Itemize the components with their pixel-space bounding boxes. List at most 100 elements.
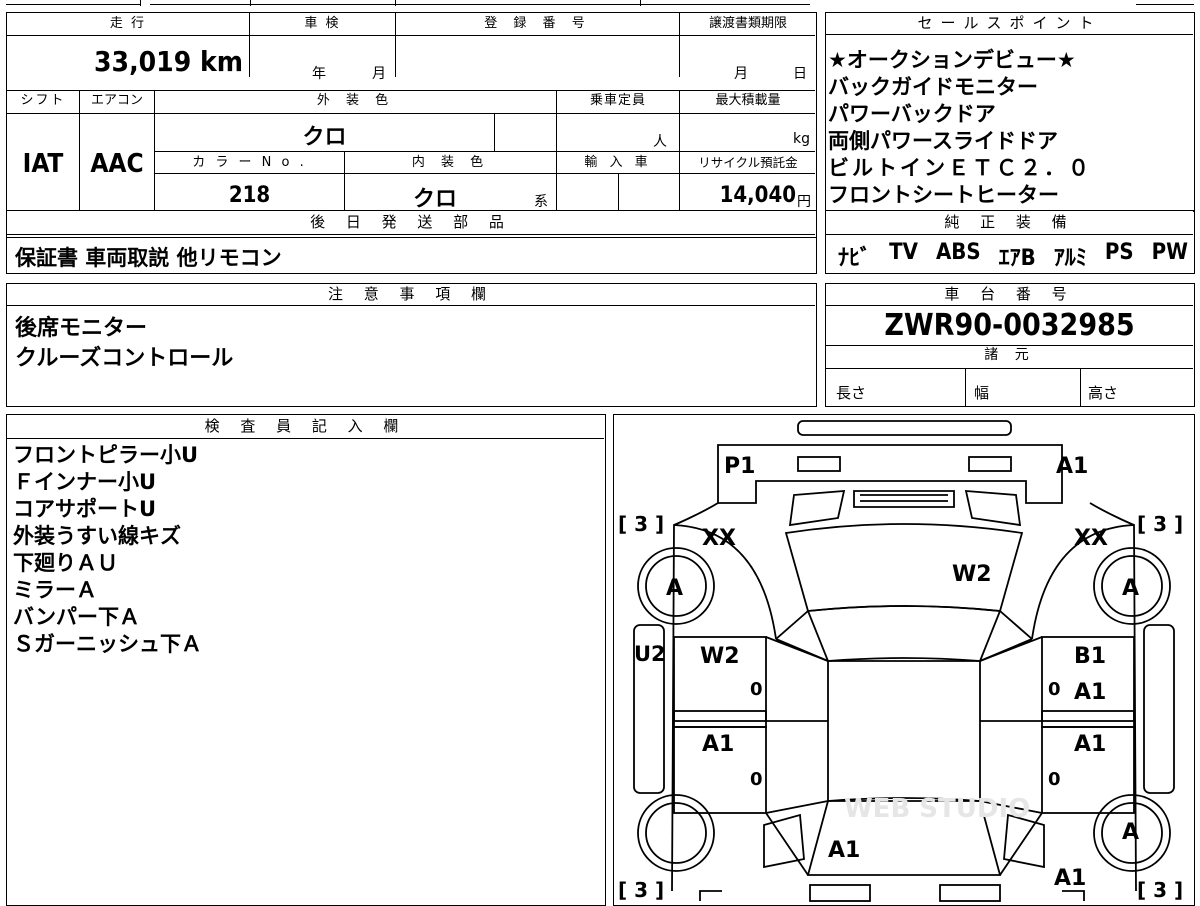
exterior-color-value: クロ xyxy=(302,125,347,150)
inspection-year-unit: 年 xyxy=(312,66,326,82)
notes-box: 注 意 事 項 欄 後席モニター クルーズコントロール xyxy=(6,283,817,407)
later-parts-value: 保証書 車両取説 他リモコン xyxy=(15,246,282,270)
color-no-label: カ ラ ー N o . xyxy=(192,155,307,170)
list-item: バンパー下Ａ xyxy=(13,605,141,629)
code-door-fr2: A1 xyxy=(1074,680,1106,705)
list-item: 下廻りＡＵ xyxy=(13,551,118,575)
equipment-item: TV xyxy=(889,240,918,265)
code-tire-rr: [ 3 ] xyxy=(1137,878,1183,902)
notes-label: 注 意 事 項 欄 xyxy=(7,284,815,306)
car-diagram-box: P1 A1 [ 3 ] [ 3 ] XX XX W2 A A U2 W2 B1 … xyxy=(613,414,1195,906)
recycle-unit: 円 xyxy=(797,194,811,210)
inspector-label: 検 査 員 記 入 欄 xyxy=(7,415,604,439)
equipment-item: PW xyxy=(1151,240,1188,265)
later-parts-label: 後 日 発 送 部 品 xyxy=(7,211,815,235)
list-item: Ｆインナー小U xyxy=(13,470,157,494)
code-zero: 0 xyxy=(1048,769,1061,790)
list-item: ビルトインＥＴＣ２．０ xyxy=(828,156,1092,180)
later-parts-box: 後 日 発 送 部 品 保証書 車両取説 他リモコン xyxy=(6,210,817,274)
aircon-value: AAC xyxy=(90,149,144,179)
code-door-fr: B1 xyxy=(1074,644,1106,669)
code-door-fl: W2 xyxy=(700,644,740,669)
code-front-left: P1 xyxy=(724,454,755,479)
list-item: 両側パワースライドドア xyxy=(828,129,1058,153)
spec-height-label: 高さ xyxy=(1088,384,1119,402)
inspection-label: 車 検 xyxy=(304,16,341,31)
list-item: フロントシートヒーター xyxy=(828,183,1059,207)
code-tire-rl: [ 3 ] xyxy=(618,878,664,902)
list-item: 外装うすい線キズ xyxy=(13,524,181,548)
list-item: ★オークションデビュー★ xyxy=(828,48,1076,72)
sales-points-box: セールスポイント ★オークションデビュー★ バックガイドモニター パワーバックド… xyxy=(825,12,1195,212)
spec-width-label: 幅 xyxy=(974,384,990,402)
vehicle-info-table: 走 行 車 検 登 録 番 号 譲渡書類期限 33,019 km 年 月 月 日… xyxy=(6,12,817,238)
shift-label: シフト xyxy=(20,93,66,108)
notes-list: 後席モニター クルーズコントロール xyxy=(15,314,233,374)
specs-label: 諸 元 xyxy=(984,347,1035,363)
genuine-equipment-box: 純 正 装 備 ﾅﾋﾞ TV ABS ｴｱB ｱﾙﾐ PS PW xyxy=(825,210,1195,274)
list-item: フロントピラー小U xyxy=(13,443,199,467)
code-door-rr: A1 xyxy=(1074,732,1106,757)
car-diagram: P1 A1 [ 3 ] [ 3 ] XX XX W2 A A U2 W2 B1 … xyxy=(618,420,1183,902)
spec-length-label: 長さ xyxy=(836,384,867,402)
code-tire-fl: [ 3 ] xyxy=(618,512,664,536)
inspector-box: 検 査 員 記 入 欄 フロントピラー小U Ｆインナー小U コアサポートU 外装… xyxy=(6,414,606,906)
recycle-label: リサイクル預託金 xyxy=(698,155,798,170)
code-wheel-rr: A xyxy=(1122,820,1139,845)
mileage-value: 33,019 km xyxy=(94,45,243,78)
list-item: コアサポートU xyxy=(13,497,157,521)
deadline-day-unit: 日 xyxy=(793,66,807,82)
inspector-list: フロントピラー小U Ｆインナー小U コアサポートU 外装うすい線キズ 下廻りＡＵ… xyxy=(13,442,202,658)
chassis-label: 車 台 番 号 xyxy=(826,284,1193,306)
code-door-rl: A1 xyxy=(702,732,734,757)
equipment-item: ｱﾙﾐ xyxy=(1053,246,1087,271)
shift-value: IAT xyxy=(22,149,64,179)
equipment-item: ﾅﾋﾞ xyxy=(838,246,872,271)
genuine-equipment-label: 純 正 装 備 xyxy=(826,211,1193,235)
equipment-item: ｴｱB xyxy=(998,246,1036,271)
code-rear: A1 xyxy=(828,838,860,863)
max-load-label: 最大積載量 xyxy=(715,93,781,108)
code-rear-right: A1 xyxy=(1054,866,1086,891)
chassis-box: 車 台 番 号 ZWR90-0032985 諸 元 長さ 幅 高さ xyxy=(825,283,1195,407)
sales-points-list: ★オークションデビュー★ バックガイドモニター パワーバックドア 両側パワースラ… xyxy=(828,47,1092,209)
list-item: ミラーＡ xyxy=(13,578,97,602)
code-fender-fl: XX xyxy=(702,526,736,551)
code-tire-fr: [ 3 ] xyxy=(1137,512,1183,536)
sales-points-label: セールスポイント xyxy=(826,13,1193,35)
capacity-label: 乗車定員 xyxy=(589,93,646,108)
transfer-deadline-label: 譲渡書類期限 xyxy=(708,16,787,31)
recycle-value: 14,040 xyxy=(719,183,796,208)
list-item: バックガイドモニター xyxy=(828,75,1038,99)
code-zero: 0 xyxy=(1048,679,1061,700)
color-no-value: 218 xyxy=(228,183,271,208)
aircon-label: エアコン xyxy=(90,93,143,108)
mileage-label: 走 行 xyxy=(109,16,147,31)
equipment-item: PS xyxy=(1104,240,1134,265)
genuine-equipment-list: ﾅﾋﾞ TV ABS ｴｱB ｱﾙﾐ PS PW xyxy=(838,240,1188,272)
code-zero: 0 xyxy=(750,679,763,700)
code-front-right: A1 xyxy=(1056,454,1088,479)
code-hood: W2 xyxy=(952,562,992,587)
exterior-color-label: 外 装 色 xyxy=(316,93,395,108)
capacity-unit: 人 xyxy=(653,134,667,150)
code-zero: 0 xyxy=(750,769,763,790)
list-item: パワーバックドア xyxy=(828,102,996,126)
chassis-number: ZWR90-0032985 xyxy=(884,308,1135,343)
interior-color-value: クロ xyxy=(412,187,457,212)
import-label: 輸 入 車 xyxy=(584,155,652,170)
registration-label: 登 録 番 号 xyxy=(484,16,591,31)
interior-color-unit: 系 xyxy=(534,194,548,210)
interior-color-label: 内 装 色 xyxy=(411,155,490,170)
list-item: クルーズコントロール xyxy=(15,346,234,371)
list-item: Ｓガーニッシュ下Ａ xyxy=(13,632,202,656)
inspection-month-unit: 月 xyxy=(372,66,386,82)
max-load-unit: kg xyxy=(793,131,810,147)
list-item: 後席モニター xyxy=(15,316,148,341)
code-fender-fr: XX xyxy=(1074,526,1108,551)
equipment-item: ABS xyxy=(935,240,981,265)
watermark: WEB STUDIO xyxy=(844,794,1030,824)
code-wheel-fl: A xyxy=(666,576,683,601)
deadline-month-unit: 月 xyxy=(734,66,748,82)
code-wheel-fr: A xyxy=(1122,576,1139,601)
